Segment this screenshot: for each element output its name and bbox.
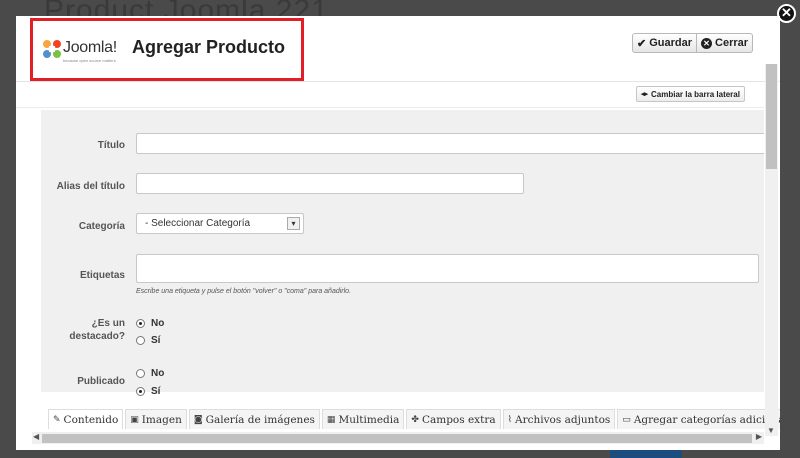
tags-help-text: Escribe una etiqueta y pulse el botón "v… <box>136 288 352 295</box>
tab-galeria[interactable]: ◙ Galería de imágenes <box>188 409 320 429</box>
category-selected-value: - Seleccionar Categoría <box>145 218 251 229</box>
tab-categorias-adicionales[interactable]: ▭ Agregar categorías adicionales <box>617 409 780 429</box>
radio-unselected-icon <box>136 336 145 345</box>
tab-label: Imagen <box>141 413 182 426</box>
vertical-scrollbar-thumb[interactable] <box>766 64 777 169</box>
tab-label: Galería de imágenes <box>205 413 315 426</box>
category-label: Categoría <box>78 221 125 232</box>
horizontal-scrollbar-thumb[interactable] <box>42 434 752 443</box>
tab-label: Campos extra <box>421 413 496 426</box>
tags-input[interactable] <box>136 254 759 283</box>
page-title: Agregar Producto <box>132 37 286 57</box>
published-option-no-label: No <box>151 368 165 379</box>
toggle-sidebar-button[interactable]: ◂▸ Cambiar la barra lateral <box>636 86 745 102</box>
published-option-no[interactable]: No <box>136 368 164 379</box>
featured-option-yes-label: Sí <box>151 335 161 346</box>
chevron-down-icon: ▾ <box>287 217 300 230</box>
folder-icon: ▭ <box>622 414 631 425</box>
puzzle-icon: ✤ <box>411 414 419 425</box>
published-option-yes-label: Sí <box>151 386 161 397</box>
tab-contenido[interactable]: ✎ Contenido <box>48 409 124 429</box>
backdrop-button <box>610 450 682 458</box>
featured-label: ¿Es un destacado? <box>69 318 125 342</box>
brand-highlight-box: Joomla! because open source matters Agre… <box>30 18 304 81</box>
horizontal-scrollbar[interactable]: ◀ ▶ <box>32 432 764 444</box>
image-icon: ▣ <box>130 414 139 425</box>
alias-input[interactable] <box>136 173 524 194</box>
joomla-logo: Joomla! because open source matters <box>41 38 129 68</box>
tab-multimedia[interactable]: ▦ Multimedia <box>321 409 405 429</box>
edit-icon: ✎ <box>53 414 61 425</box>
featured-option-no[interactable]: No <box>136 318 164 329</box>
published-label: Publicado <box>77 376 125 387</box>
radio-unselected-icon <box>136 369 145 378</box>
title-input[interactable] <box>136 133 764 154</box>
featured-option-yes[interactable]: Sí <box>136 335 160 346</box>
tags-label: Etiquetas <box>79 270 125 281</box>
close-circle-icon: ✕ <box>701 37 713 49</box>
product-modal: Joomla! because open source matters Agre… <box>16 16 780 450</box>
tab-archivos-adjuntos[interactable]: ⌇ Archivos adjuntos <box>502 409 616 429</box>
sidebar-toggle-row: ◂▸ Cambiar la barra lateral <box>16 82 764 108</box>
tab-campos-extra[interactable]: ✤ Campos extra <box>406 409 501 429</box>
logo-text: Joomla! <box>63 39 117 56</box>
form-label-panel <box>41 110 129 392</box>
check-icon: ✔ <box>637 37 647 50</box>
film-icon: ▦ <box>326 414 336 425</box>
alias-label: Alias del título <box>56 181 125 192</box>
close-button[interactable]: ✕ Cerrar <box>697 33 754 53</box>
close-button-label: Cerrar <box>715 37 749 49</box>
title-label: Título <box>97 140 125 151</box>
modal-header: Joomla! because open source matters Agre… <box>16 16 780 82</box>
radio-selected-icon <box>136 319 145 328</box>
published-option-yes[interactable]: Sí <box>136 386 160 397</box>
form-scroll-area: ◂▸ Cambiar la barra lateral Título Alias… <box>16 82 764 434</box>
toggle-sidebar-label: Cambiar la barra lateral <box>651 89 740 99</box>
featured-option-no-label: No <box>151 318 165 329</box>
toolbar: ✔ Guardar ✕ Cerrar <box>632 33 754 53</box>
scroll-down-icon[interactable]: ▼ <box>767 426 775 435</box>
logo-tagline: because open source matters <box>63 58 116 63</box>
radio-selected-icon <box>136 387 145 396</box>
sidebar-arrows-icon: ◂▸ <box>641 91 649 98</box>
save-button-label: Guardar <box>649 37 693 49</box>
save-button[interactable]: ✔ Guardar <box>632 33 698 53</box>
tab-label: Multimedia <box>338 413 400 426</box>
tab-label: Contenido <box>63 413 119 426</box>
tab-label: Archivos adjuntos <box>515 413 611 426</box>
tab-label: Agregar categorías adicionales <box>633 413 780 426</box>
scroll-right-icon[interactable]: ▶ <box>756 432 762 441</box>
scroll-left-icon[interactable]: ◀ <box>33 432 39 441</box>
joomla-logo-icon <box>43 40 61 58</box>
category-select[interactable]: - Seleccionar Categoría ▾ <box>136 213 304 234</box>
camera-icon: ◙ <box>193 414 203 425</box>
vertical-scrollbar[interactable]: ▼ <box>765 64 778 436</box>
paperclip-icon: ⌇ <box>507 414 513 425</box>
tab-imagen[interactable]: ▣ Imagen <box>125 409 187 429</box>
content-tabs: ✎ Contenido ▣ Imagen ◙ Galería de imágen… <box>48 409 780 429</box>
